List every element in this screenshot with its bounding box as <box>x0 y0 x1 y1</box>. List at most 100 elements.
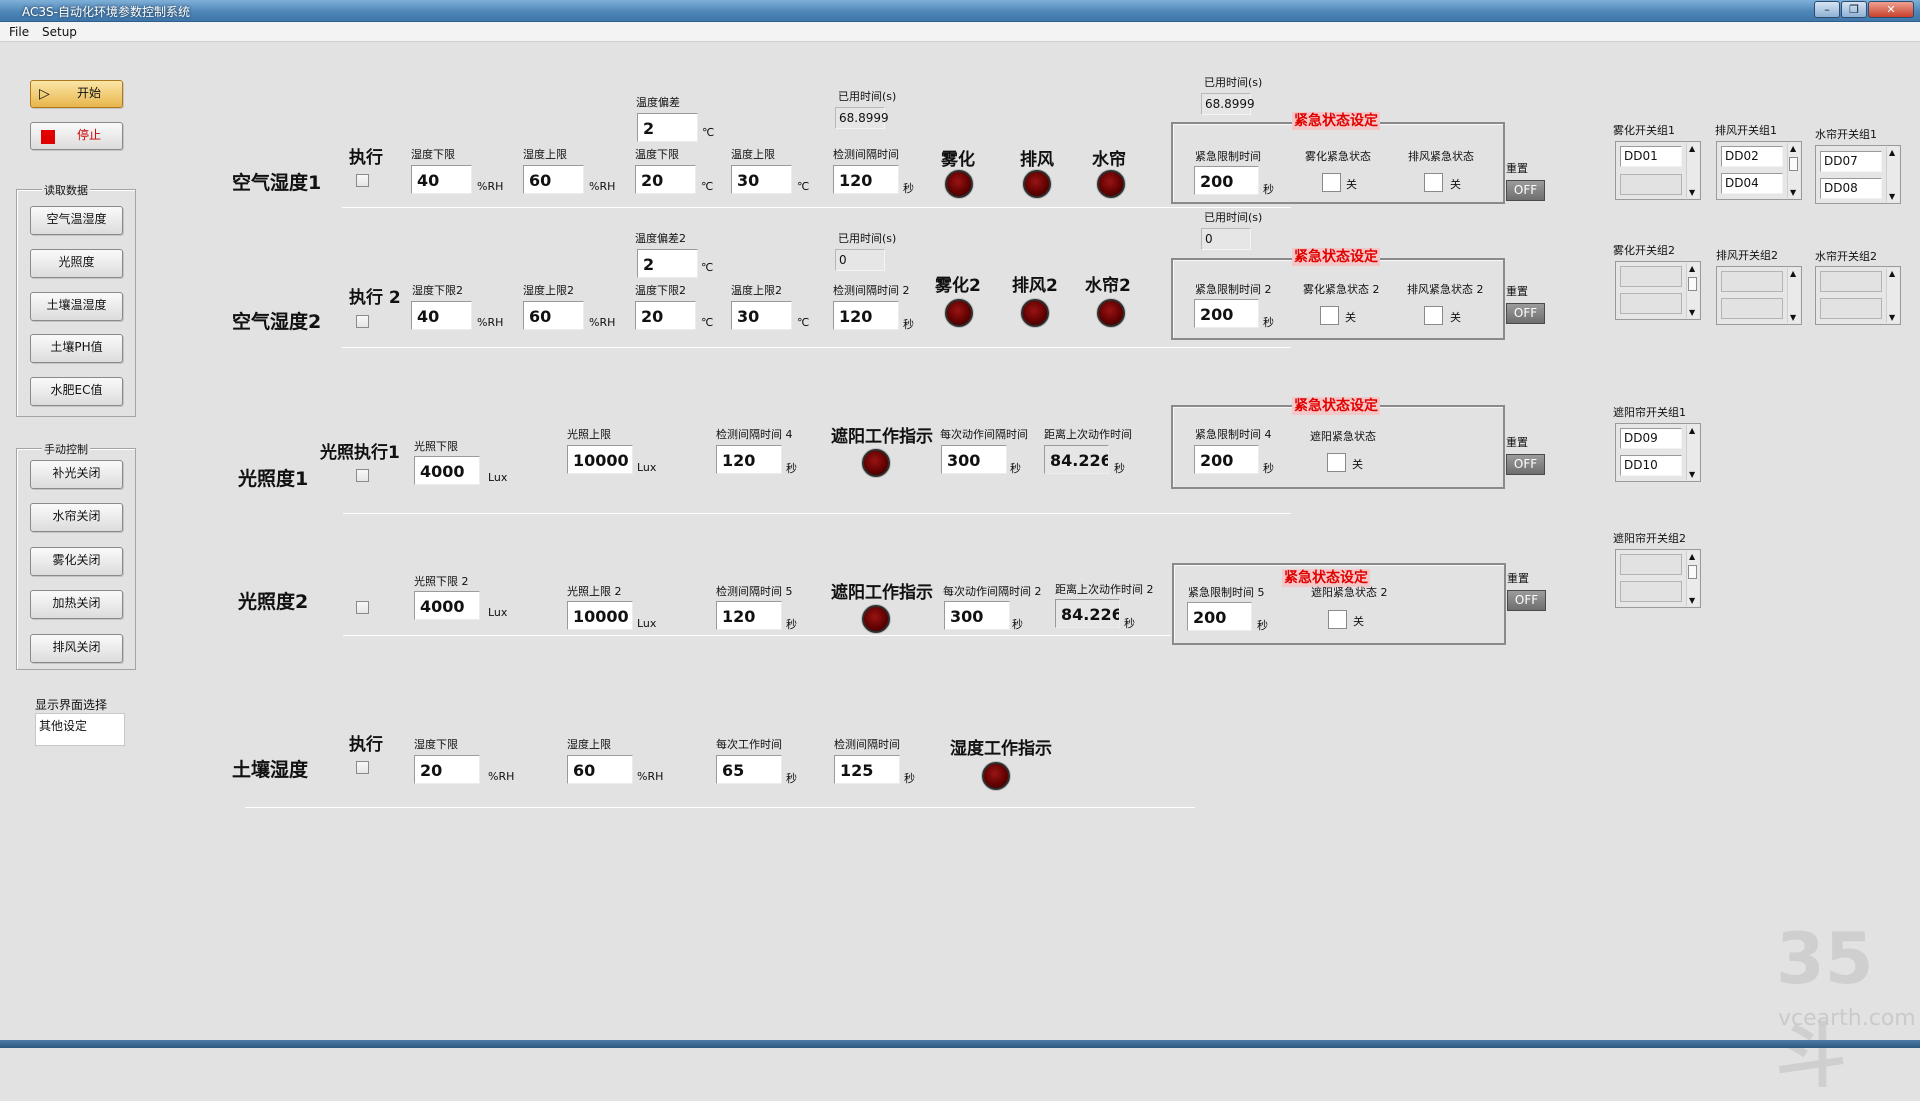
scrollbar[interactable]: ▲ ▼ <box>1686 143 1699 198</box>
scroll-down-icon[interactable]: ▼ <box>1889 192 1895 201</box>
scroll-down-icon[interactable]: ▼ <box>1689 470 1695 479</box>
light2-reset-button[interactable]: OFF <box>1507 590 1546 611</box>
fog2-list[interactable]: ▲ ▼ <box>1615 261 1701 320</box>
air1-temp-high-input[interactable]: 30 <box>731 165 792 194</box>
list-item[interactable] <box>1620 266 1682 287</box>
list-item[interactable]: DD01 <box>1620 146 1682 167</box>
light2-interval-input[interactable]: 120 <box>716 601 782 630</box>
read-light-button[interactable]: 光照度 <box>30 249 123 278</box>
air1-temp-low-input[interactable]: 20 <box>635 165 696 194</box>
air2-hum-high-input[interactable]: 60 <box>523 301 584 330</box>
light1-action-input[interactable]: 300 <box>941 445 1007 474</box>
minimize-button[interactable]: – <box>1814 1 1840 18</box>
scroll-up-icon[interactable]: ▲ <box>1689 426 1695 435</box>
fan1-list[interactable]: DD02 DD04 ▲ ▼ <box>1716 141 1802 200</box>
light1-em-time-input[interactable]: 200 <box>1194 445 1259 474</box>
list-item[interactable] <box>1820 271 1882 292</box>
list-item[interactable] <box>1721 298 1783 319</box>
scroll-thumb[interactable] <box>1688 277 1697 291</box>
scroll-up-icon[interactable]: ▲ <box>1790 144 1796 153</box>
air1-interval-input[interactable]: 120 <box>833 165 899 194</box>
maximize-button[interactable]: ❐ <box>1841 1 1867 18</box>
list-item[interactable] <box>1721 271 1783 292</box>
read-ph-button[interactable]: 土壤PH值 <box>30 334 123 363</box>
air2-em-fan-checkbox[interactable] <box>1424 306 1443 325</box>
light1-high-input[interactable]: 10000 <box>567 445 633 474</box>
air1-em-fan-checkbox[interactable] <box>1424 173 1443 192</box>
scroll-down-icon[interactable]: ▼ <box>1889 313 1895 322</box>
air1-exec-checkbox[interactable] <box>356 174 369 187</box>
light1-interval-input[interactable]: 120 <box>716 445 782 474</box>
scroll-up-icon[interactable]: ▲ <box>1889 148 1895 157</box>
air1-hum-high-input[interactable]: 60 <box>523 165 584 194</box>
list-item[interactable] <box>1620 293 1682 314</box>
air2-reset-button[interactable]: OFF <box>1506 303 1545 324</box>
close-button[interactable]: ✕ <box>1868 1 1914 18</box>
curtain2-list[interactable]: ▲ ▼ <box>1815 266 1901 325</box>
air1-hum-low-input[interactable]: 40 <box>411 165 472 194</box>
soil-hum-high-input[interactable]: 60 <box>567 755 633 784</box>
list-item[interactable]: DD08 <box>1820 178 1882 199</box>
air2-interval-input[interactable]: 120 <box>833 301 899 330</box>
air2-temp-low-input[interactable]: 20 <box>635 301 696 330</box>
list-item[interactable] <box>1620 174 1682 195</box>
scroll-thumb[interactable] <box>1688 565 1697 579</box>
light1-em-shade-checkbox[interactable] <box>1327 453 1346 472</box>
read-air-button[interactable]: 空气温湿度 <box>30 206 123 235</box>
scrollbar[interactable]: ▲ ▼ <box>1686 551 1699 606</box>
air2-hum-low-input[interactable]: 40 <box>411 301 472 330</box>
light2-high-input[interactable]: 10000 <box>567 601 633 630</box>
light1-reset-button[interactable]: OFF <box>1506 454 1545 475</box>
scroll-thumb[interactable] <box>1789 157 1798 171</box>
list-item[interactable] <box>1820 298 1882 319</box>
curtain1-list[interactable]: DD07 DD08 ▲ ▼ <box>1815 145 1901 204</box>
scroll-down-icon[interactable]: ▼ <box>1790 313 1796 322</box>
list-item[interactable] <box>1620 581 1682 602</box>
menu-file[interactable]: File <box>9 25 29 39</box>
start-button[interactable]: ▷ 开始 <box>30 80 123 108</box>
fill-light-button[interactable]: 补光关闭 <box>30 460 123 489</box>
light1-low-input[interactable]: 4000 <box>414 456 480 485</box>
list-item[interactable]: DD10 <box>1620 455 1682 476</box>
scroll-down-icon[interactable]: ▼ <box>1689 188 1695 197</box>
air2-em-fog-checkbox[interactable] <box>1320 306 1339 325</box>
light2-em-shade-checkbox[interactable] <box>1328 610 1347 629</box>
list-item[interactable]: DD04 <box>1721 173 1783 194</box>
scroll-down-icon[interactable]: ▼ <box>1689 308 1695 317</box>
fog1-list[interactable]: DD01 ▲ ▼ <box>1615 141 1701 200</box>
list-item[interactable]: DD07 <box>1820 151 1882 172</box>
scroll-up-icon[interactable]: ▲ <box>1790 269 1796 278</box>
scroll-up-icon[interactable]: ▲ <box>1689 552 1695 561</box>
light2-em-time-input[interactable]: 200 <box>1187 602 1252 631</box>
list-item[interactable]: DD09 <box>1620 428 1682 449</box>
air1-em-fog-checkbox[interactable] <box>1322 173 1341 192</box>
read-soil-button[interactable]: 土壤温湿度 <box>30 292 123 321</box>
read-ec-button[interactable]: 水肥EC值 <box>30 377 123 406</box>
scroll-down-icon[interactable]: ▼ <box>1790 188 1796 197</box>
air1-reset-button[interactable]: OFF <box>1506 180 1545 201</box>
scroll-up-icon[interactable]: ▲ <box>1689 144 1695 153</box>
soil-exec-checkbox[interactable] <box>356 761 369 774</box>
air2-temp-dev-input[interactable]: 2 <box>637 249 698 278</box>
heat-button[interactable]: 加热关闭 <box>30 590 123 619</box>
fog-button[interactable]: 雾化关闭 <box>30 547 123 576</box>
soil-interval-input[interactable]: 125 <box>834 755 900 784</box>
list-item[interactable] <box>1620 554 1682 575</box>
light2-action-input[interactable]: 300 <box>944 601 1010 630</box>
list-item[interactable]: DD02 <box>1721 146 1783 167</box>
fan2-list[interactable]: ▲ ▼ <box>1716 266 1802 325</box>
menu-setup[interactable]: Setup <box>42 25 77 39</box>
fan-button[interactable]: 排风关闭 <box>30 634 123 663</box>
shade1-list[interactable]: DD09 DD10 ▲ ▼ <box>1615 423 1701 482</box>
scroll-up-icon[interactable]: ▲ <box>1689 264 1695 273</box>
scroll-up-icon[interactable]: ▲ <box>1889 269 1895 278</box>
shade2-list[interactable]: ▲ ▼ <box>1615 549 1701 608</box>
air2-em-time-input[interactable]: 200 <box>1194 299 1259 328</box>
soil-hum-low-input[interactable]: 20 <box>414 755 480 784</box>
light2-exec-checkbox[interactable] <box>356 601 369 614</box>
scrollbar[interactable]: ▲ ▼ <box>1686 263 1699 318</box>
air2-temp-high-input[interactable]: 30 <box>731 301 792 330</box>
scrollbar[interactable]: ▲ ▼ <box>1886 268 1899 323</box>
light2-low-input[interactable]: 4000 <box>414 591 480 620</box>
curtain-button[interactable]: 水帘关闭 <box>30 503 123 532</box>
